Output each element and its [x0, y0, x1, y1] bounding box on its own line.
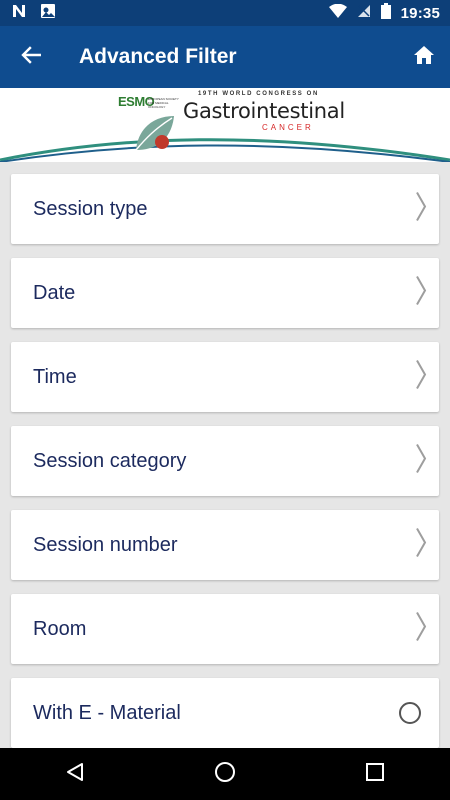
filter-list: Session type Date Time Session category …	[11, 174, 439, 762]
arrow-back-icon	[21, 45, 42, 69]
system-nav-bar	[0, 748, 450, 800]
back-button[interactable]	[0, 26, 62, 88]
filter-with-e-material[interactable]: With E - Material	[11, 678, 439, 748]
filter-label: Room	[33, 617, 87, 640]
esmo-logo: ESMO EUROPEAN SOCIETY FOR MEDICAL ONCOLO…	[118, 94, 179, 109]
filter-label: With E - Material	[33, 701, 181, 724]
nav-recents-button[interactable]	[345, 748, 405, 800]
status-bar: 19:35	[0, 0, 450, 26]
filter-label: Session category	[33, 449, 187, 472]
status-time: 19:35	[400, 4, 440, 22]
filter-label: Session type	[33, 197, 148, 220]
chevron-right-icon	[415, 443, 427, 480]
banner-title: Gastrointestinal	[183, 99, 345, 123]
chevron-right-icon	[415, 611, 427, 648]
nav-back-button[interactable]	[45, 748, 105, 800]
home-icon	[413, 45, 435, 70]
n-notification-icon	[12, 4, 28, 23]
filter-date[interactable]: Date	[11, 258, 439, 328]
filter-session-category[interactable]: Session category	[11, 426, 439, 496]
no-sim-icon	[357, 4, 371, 23]
image-location-icon	[40, 3, 56, 24]
home-button[interactable]	[398, 26, 450, 88]
filter-label: Time	[33, 365, 77, 388]
app-bar: Advanced Filter	[0, 26, 450, 88]
recents-square-icon	[366, 762, 384, 786]
banner-subtitle: CANCER	[262, 123, 314, 132]
radio-button[interactable]	[399, 702, 421, 724]
chevron-right-icon	[415, 275, 427, 312]
congress-banner: ESMO EUROPEAN SOCIETY FOR MEDICAL ONCOLO…	[0, 88, 450, 162]
filter-time[interactable]: Time	[11, 342, 439, 412]
filter-session-number[interactable]: Session number	[11, 510, 439, 580]
congress-caption: 19TH WORLD CONGRESS ON	[198, 91, 319, 97]
filter-label: Session number	[33, 533, 178, 556]
back-triangle-icon	[65, 762, 85, 787]
chevron-right-icon	[415, 527, 427, 564]
nav-home-button[interactable]	[195, 748, 255, 800]
filter-session-type[interactable]: Session type	[11, 174, 439, 244]
leaf-logo-icon	[135, 116, 174, 151]
wifi-icon	[328, 3, 347, 23]
battery-icon	[380, 2, 391, 24]
home-circle-icon	[214, 761, 236, 788]
chevron-right-icon	[415, 359, 427, 396]
chevron-right-icon	[415, 191, 427, 228]
filter-room[interactable]: Room	[11, 594, 439, 664]
filter-label: Date	[33, 281, 76, 304]
page-title: Advanced Filter	[79, 45, 237, 68]
